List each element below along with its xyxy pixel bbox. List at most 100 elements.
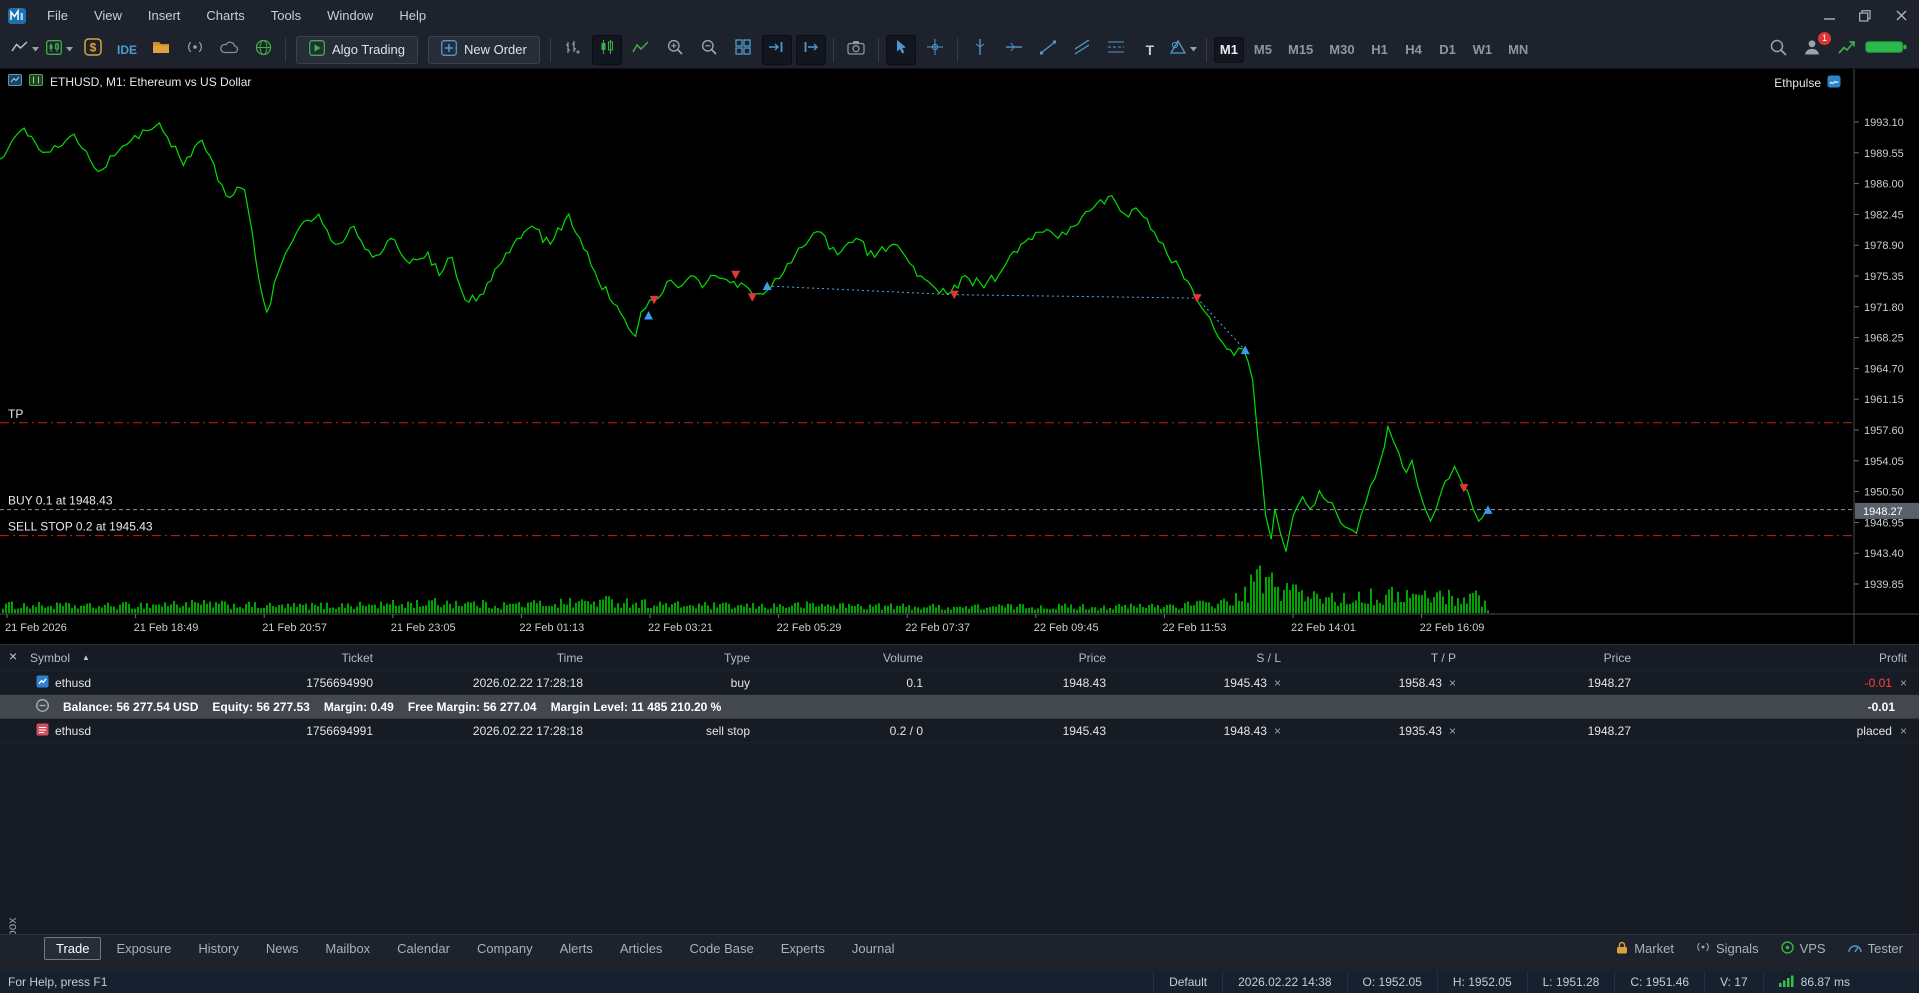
cloud-button[interactable]: [214, 35, 244, 65]
tab-journal[interactable]: Journal: [840, 937, 907, 960]
timeframe-h1[interactable]: H1: [1365, 37, 1395, 63]
close-position-button[interactable]: ×: [1900, 677, 1907, 689]
chart-window-icon[interactable]: [29, 74, 43, 89]
remove-sl-button[interactable]: ×: [1274, 677, 1281, 689]
stats-button[interactable]: [1831, 35, 1861, 65]
time-axis-label[interactable]: 22 Feb 14:01: [1291, 622, 1356, 634]
price-scale-label[interactable]: 1971.80: [1864, 302, 1904, 314]
vertical-line-tool[interactable]: [965, 35, 995, 65]
column-symbol[interactable]: Symbol: [30, 651, 70, 665]
price-scale-label[interactable]: 1943.40: [1864, 548, 1904, 560]
maximize-button[interactable]: [1847, 0, 1883, 31]
menu-insert[interactable]: Insert: [135, 0, 194, 31]
price-scale-label[interactable]: 1957.60: [1864, 425, 1904, 437]
price-scale-label[interactable]: 1975.35: [1864, 271, 1904, 283]
price-scale-label[interactable]: 1961.15: [1864, 394, 1904, 406]
search-button[interactable]: [1763, 35, 1793, 65]
zoom-in-button[interactable]: [660, 35, 690, 65]
timeframe-m15[interactable]: M15: [1282, 37, 1319, 63]
menu-help[interactable]: Help: [386, 0, 439, 31]
line-chart-mode-button[interactable]: [626, 35, 656, 65]
status-profile[interactable]: Default: [1153, 971, 1222, 993]
price-scale-label[interactable]: 1968.25: [1864, 333, 1904, 345]
timeframe-m5[interactable]: M5: [1248, 37, 1278, 63]
price-scale-label[interactable]: 1989.55: [1864, 148, 1904, 160]
time-axis-label[interactable]: 22 Feb 01:13: [519, 622, 584, 634]
column-type[interactable]: Type: [585, 651, 752, 665]
time-axis-label[interactable]: 22 Feb 09:45: [1034, 622, 1099, 634]
ide-button[interactable]: IDE: [112, 35, 142, 65]
time-axis-label[interactable]: 22 Feb 03:21: [648, 622, 713, 634]
account-button[interactable]: 1: [1797, 31, 1831, 65]
price-scale-label[interactable]: 1982.45: [1864, 209, 1904, 221]
time-axis-label[interactable]: 22 Feb 05:29: [777, 622, 842, 634]
new-chart-dropdown[interactable]: [10, 35, 40, 65]
timeframe-m1[interactable]: M1: [1213, 36, 1244, 63]
minimize-button[interactable]: [1811, 0, 1847, 31]
tab-exposure[interactable]: Exposure: [104, 937, 183, 960]
web-globe-button[interactable]: [248, 35, 278, 65]
new-order-button[interactable]: New Order: [428, 35, 540, 64]
close-button[interactable]: [1883, 0, 1919, 31]
tab-signals[interactable]: Signals: [1696, 941, 1759, 956]
tab-alerts[interactable]: Alerts: [548, 937, 605, 960]
tab-mailbox[interactable]: Mailbox: [313, 937, 382, 960]
channel-tool[interactable]: [1067, 35, 1097, 65]
price-scale-label[interactable]: 1946.95: [1864, 517, 1904, 529]
column-price2[interactable]: Price: [1458, 651, 1633, 665]
time-axis-label[interactable]: 21 Feb 2026: [5, 622, 67, 634]
shapes-dropdown[interactable]: [1169, 35, 1199, 65]
column-price[interactable]: Price: [925, 651, 1108, 665]
column-sl[interactable]: S / L: [1108, 651, 1283, 665]
timeframe-h4[interactable]: H4: [1399, 37, 1429, 63]
table-row-order[interactable]: ethusd 1756694991 2026.02.22 17:28:18 se…: [0, 719, 1919, 743]
time-axis-label[interactable]: 22 Feb 16:09: [1420, 622, 1485, 634]
tab-history[interactable]: History: [186, 937, 250, 960]
timeframe-mn[interactable]: MN: [1502, 37, 1534, 63]
chart-shift-button[interactable]: [795, 34, 826, 65]
tab-vps[interactable]: VPS: [1780, 940, 1826, 957]
timeframe-m30[interactable]: M30: [1323, 37, 1360, 63]
time-axis-label[interactable]: 22 Feb 11:53: [1162, 622, 1226, 634]
time-axis-label[interactable]: 22 Feb 07:37: [905, 622, 970, 634]
menu-view[interactable]: View: [81, 0, 135, 31]
price-scale-label[interactable]: 1939.85: [1864, 579, 1904, 591]
trendline-tool[interactable]: [1033, 35, 1063, 65]
text-tool[interactable]: T: [1135, 35, 1165, 65]
delete-order-button[interactable]: ×: [1900, 725, 1907, 737]
timeframe-d1[interactable]: D1: [1433, 37, 1463, 63]
menu-file[interactable]: File: [34, 0, 81, 31]
remove-tp-button[interactable]: ×: [1449, 677, 1456, 689]
menu-charts[interactable]: Charts: [193, 0, 257, 31]
zoom-out-button[interactable]: [694, 35, 724, 65]
price-scale-label[interactable]: 1978.90: [1864, 240, 1904, 252]
price-scale-label[interactable]: 1986.00: [1864, 179, 1904, 191]
chart-profile-dropdown[interactable]: [44, 35, 74, 65]
algo-trading-button[interactable]: Algo Trading: [296, 35, 418, 64]
column-profit[interactable]: Profit: [1633, 651, 1919, 665]
crosshair-tool-button[interactable]: [920, 35, 950, 65]
time-axis-label[interactable]: 21 Feb 23:05: [391, 622, 456, 634]
tab-news[interactable]: News: [254, 937, 311, 960]
chart-canvas[interactable]: TP BUY 0.1 at 1948.43 SELL STOP 0.2 at 194…: [0, 69, 1919, 644]
remove-sl-button[interactable]: ×: [1274, 725, 1281, 737]
price-scale-label[interactable]: 1950.50: [1864, 487, 1904, 499]
tile-windows-button[interactable]: [728, 35, 758, 65]
panel-close-button[interactable]: ×: [9, 649, 17, 663]
tab-market[interactable]: Market: [1616, 941, 1674, 957]
price-scale-label[interactable]: 1954.05: [1864, 456, 1904, 468]
menu-tools[interactable]: Tools: [258, 0, 314, 31]
data-folder-button[interactable]: [146, 35, 176, 65]
tab-company[interactable]: Company: [465, 937, 545, 960]
tab-trade[interactable]: Trade: [44, 937, 102, 960]
column-tp[interactable]: T / P: [1283, 651, 1458, 665]
price-scale-label[interactable]: 1993.10: [1864, 117, 1904, 129]
broadcast-button[interactable]: [180, 35, 210, 65]
tab-experts[interactable]: Experts: [769, 937, 837, 960]
candlestick-mode-button[interactable]: [591, 34, 622, 65]
fibonacci-tool[interactable]: [1101, 35, 1131, 65]
time-axis-label[interactable]: 21 Feb 20:57: [262, 622, 327, 634]
screenshot-button[interactable]: [841, 35, 871, 65]
tab-codebase[interactable]: Code Base: [677, 937, 765, 960]
bar-chart-mode-button[interactable]: [558, 35, 588, 65]
